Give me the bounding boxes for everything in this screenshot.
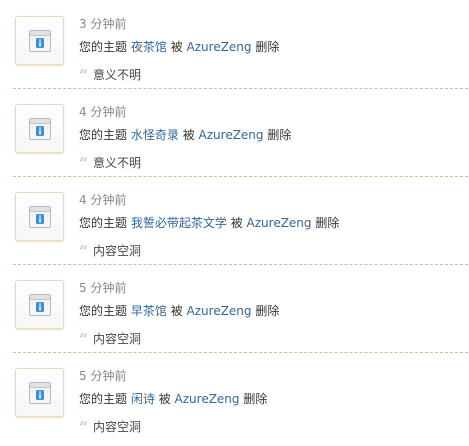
user-link[interactable]: AzureZeng [199,128,264,142]
delete-reason: “ 意义不明 [79,66,142,85]
notification-item: 5 分钟前 您的主题 闲诗 被 AzureZeng 删除 “ 内容空洞 [0,352,469,440]
notification-message: 您的主题 我誓必带起茶文学 被 AzureZeng 删除 [79,216,339,231]
notification-item: 4 分钟前 您的主题 我誓必带起茶文学 被 AzureZeng 删除 “ 内容空洞 [0,176,469,264]
delete-reason: “ 内容空洞 [79,242,142,261]
message-action: 删除 [243,392,268,406]
user-link[interactable]: AzureZeng [187,304,252,318]
message-by: 被 [170,304,183,318]
notice-avatar [15,16,64,65]
notice-avatar [15,104,64,153]
delete-reason: “ 意义不明 [79,154,142,173]
user-link[interactable]: AzureZeng [187,40,252,54]
user-link[interactable]: AzureZeng [175,392,240,406]
reason-text: 内容空洞 [93,244,142,258]
topic-link[interactable]: 夜茶馆 [131,40,167,54]
notification-time: 3 分钟前 [79,17,127,31]
notification-message: 您的主题 早茶馆 被 AzureZeng 删除 [79,304,279,319]
system-notice-icon [29,294,51,316]
notice-avatar [15,280,64,329]
notice-avatar [15,368,64,417]
quote-mark-icon: “ [79,66,89,85]
notification-time: 4 分钟前 [79,193,127,207]
notification-message: 您的主题 闲诗 被 AzureZeng 删除 [79,392,267,407]
notification-item: 4 分钟前 您的主题 水怪奇录 被 AzureZeng 删除 “ 意义不明 [0,88,469,176]
quote-mark-icon: “ [79,154,89,173]
notification-time: 4 分钟前 [79,105,127,119]
notification-time: 5 分钟前 [79,281,127,295]
reason-text: 内容空洞 [93,332,142,346]
notification-time: 5 分钟前 [79,369,127,383]
message-action: 删除 [255,40,280,54]
reason-text: 意义不明 [93,68,142,82]
notification-item: 3 分钟前 您的主题 夜茶馆 被 AzureZeng 删除 “ 意义不明 [0,0,469,88]
topic-link[interactable]: 水怪奇录 [131,128,179,142]
message-action: 删除 [255,304,280,318]
message-by: 被 [158,392,171,406]
message-prefix: 您的主题 [79,40,128,54]
message-by: 被 [170,40,183,54]
delete-reason: “ 内容空洞 [79,418,142,437]
message-by: 被 [230,216,243,230]
quote-mark-icon: “ [79,242,89,261]
message-action: 删除 [267,128,292,142]
system-notice-icon [29,206,51,228]
system-notice-icon [29,382,51,404]
user-link[interactable]: AzureZeng [247,216,312,230]
topic-link[interactable]: 早茶馆 [131,304,167,318]
topic-link[interactable]: 我誓必带起茶文学 [131,216,227,230]
message-by: 被 [182,128,195,142]
notification-list: 3 分钟前 您的主题 夜茶馆 被 AzureZeng 删除 “ 意义不明 4 分钟… [0,0,469,440]
reason-text: 内容空洞 [93,420,142,434]
quote-mark-icon: “ [79,330,89,349]
topic-link[interactable]: 闲诗 [131,392,155,406]
notification-message: 您的主题 夜茶馆 被 AzureZeng 删除 [79,40,279,55]
system-notice-icon [29,118,51,140]
message-prefix: 您的主题 [79,128,128,142]
quote-mark-icon: “ [79,418,89,437]
delete-reason: “ 内容空洞 [79,330,142,349]
system-notice-icon [29,30,51,52]
notice-avatar [15,192,64,241]
notification-message: 您的主题 水怪奇录 被 AzureZeng 删除 [79,128,291,143]
message-action: 删除 [315,216,340,230]
message-prefix: 您的主题 [79,304,128,318]
reason-text: 意义不明 [93,156,142,170]
notification-item: 5 分钟前 您的主题 早茶馆 被 AzureZeng 删除 “ 内容空洞 [0,264,469,352]
message-prefix: 您的主题 [79,392,128,406]
message-prefix: 您的主题 [79,216,128,230]
